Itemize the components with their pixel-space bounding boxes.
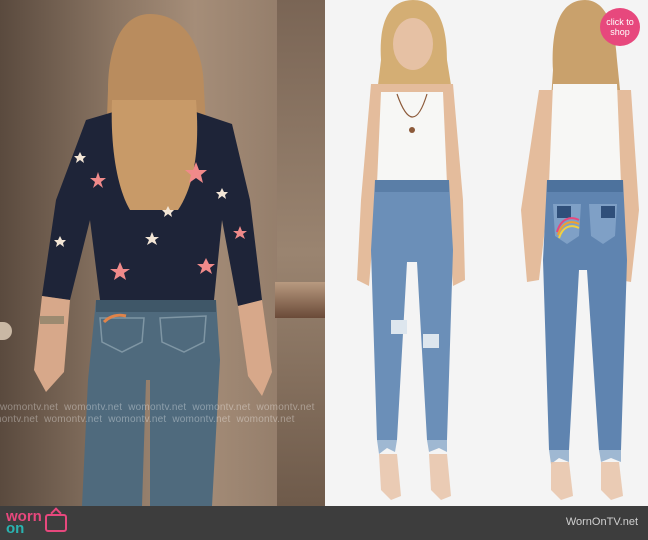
wornontv-logo[interactable]: worn on	[6, 509, 67, 537]
logo-text: worn on	[6, 509, 42, 536]
footer-bar: worn on WornOnTV.net	[0, 506, 648, 540]
model-back-view	[521, 0, 639, 500]
tv-icon	[44, 514, 67, 532]
click-to-shop-badge[interactable]: click to shop	[600, 8, 640, 46]
product-photo[interactable]	[325, 0, 648, 506]
tv-scene-photo: womontv.net womontv.net womontv.net womo…	[0, 0, 325, 506]
outfit-collage: womontv.net womontv.net womontv.net womo…	[0, 0, 648, 506]
site-url[interactable]: WornOnTV.net	[566, 516, 638, 528]
watermark-row-1: womontv.net womontv.net womontv.net womo…	[0, 402, 315, 413]
model-front-view	[357, 0, 465, 500]
woman-back-view	[34, 14, 272, 506]
watermark-row-2: womontv.net womontv.net womontv.net womo…	[0, 414, 295, 425]
